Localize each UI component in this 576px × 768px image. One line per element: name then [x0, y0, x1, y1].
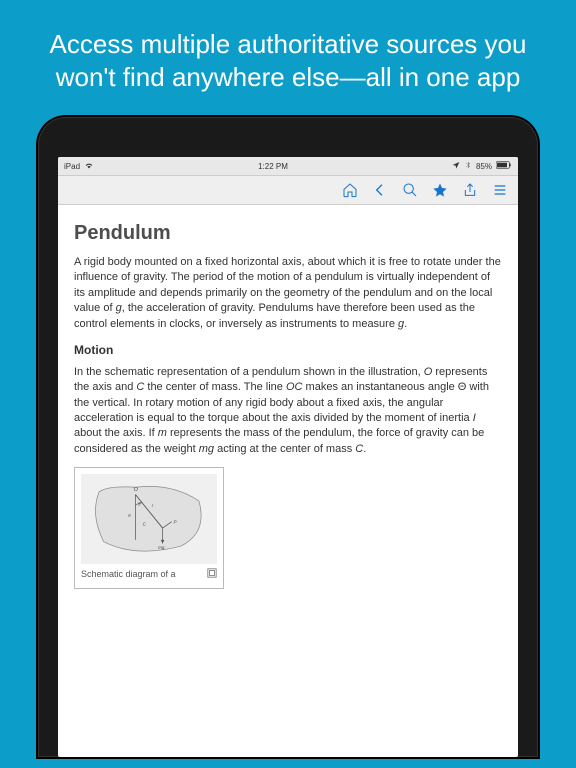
bluetooth-icon — [464, 161, 472, 171]
status-time: 1:22 PM — [258, 162, 288, 171]
figure-caption: Schematic diagram of a — [81, 568, 176, 581]
home-icon[interactable] — [342, 182, 358, 198]
back-icon[interactable] — [372, 182, 388, 198]
figure-image[interactable]: O θ a r C P mg — [81, 474, 217, 564]
star-icon[interactable] — [432, 182, 448, 198]
device-label: iPad — [64, 162, 80, 171]
promo-text: Access multiple authoritative sources yo… — [0, 0, 576, 117]
expand-icon[interactable] — [207, 568, 217, 582]
article-content: Pendulum A rigid body mounted on a fixed… — [58, 205, 518, 603]
menu-icon[interactable] — [492, 182, 508, 198]
battery-label: 85% — [476, 162, 492, 171]
battery-icon — [496, 161, 512, 171]
status-bar: iPad 1:22 PM 85% — [58, 157, 518, 176]
location-icon — [452, 161, 460, 171]
svg-text:mg: mg — [158, 545, 165, 550]
svg-text:O: O — [134, 487, 138, 493]
wifi-icon — [84, 160, 94, 172]
svg-text:P: P — [173, 520, 176, 525]
intro-paragraph: A rigid body mounted on a fixed horizont… — [74, 255, 502, 332]
motion-heading: Motion — [74, 342, 502, 359]
toolbar — [58, 176, 518, 205]
figure: O θ a r C P mg Schematic diagram of a — [74, 467, 224, 589]
share-icon[interactable] — [462, 182, 478, 198]
screen: iPad 1:22 PM 85% — [58, 157, 518, 757]
search-icon[interactable] — [402, 182, 418, 198]
article-title: Pendulum — [74, 219, 502, 247]
motion-paragraph: In the schematic representation of a pen… — [74, 365, 502, 457]
tablet-frame: iPad 1:22 PM 85% — [38, 117, 538, 757]
